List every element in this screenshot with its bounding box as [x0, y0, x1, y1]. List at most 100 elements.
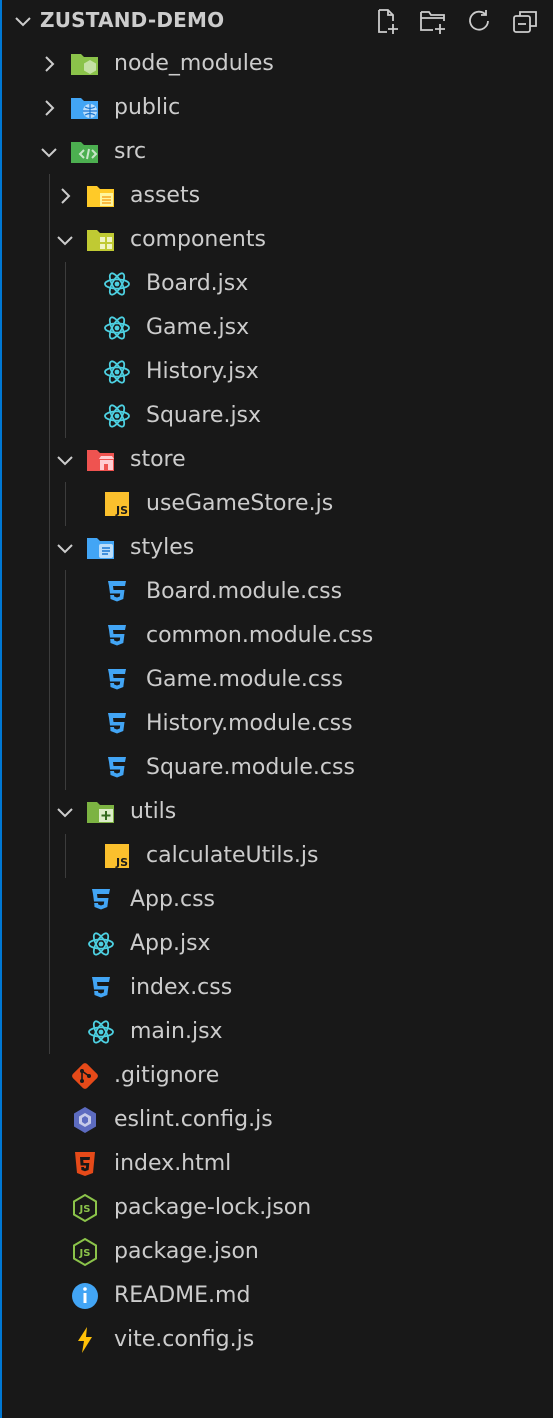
react-icon	[86, 929, 116, 959]
file-row-calculateutils-js[interactable]: JS calculateUtils.js	[2, 834, 551, 878]
javascript-icon: JS	[102, 841, 132, 871]
file-row-game-jsx[interactable]: Game.jsx	[2, 306, 551, 350]
file-row-board-jsx[interactable]: Board.jsx	[2, 262, 551, 306]
css-icon	[102, 753, 132, 783]
folder-row-components[interactable]: components	[2, 218, 551, 262]
explorer-actions	[371, 5, 541, 37]
src-folder-icon	[70, 137, 100, 167]
html-icon	[70, 1149, 100, 1179]
eslint-icon	[70, 1105, 100, 1135]
chevron-down-icon[interactable]	[54, 537, 76, 559]
chevron-right-icon[interactable]	[54, 185, 76, 207]
svg-text:JS: JS	[115, 504, 128, 517]
folder-name: store	[130, 447, 186, 472]
file-name: package-lock.json	[114, 1195, 312, 1220]
folder-row-public[interactable]: public	[2, 86, 551, 130]
file-row-package-lock-json[interactable]: JS package-lock.json	[2, 1186, 551, 1230]
new-file-button[interactable]	[371, 5, 403, 37]
file-name: index.html	[114, 1151, 232, 1176]
workspace-title: ZUSTAND-DEMO	[40, 8, 225, 32]
chevron-right-icon[interactable]	[38, 53, 60, 75]
folder-name: node_modules	[114, 51, 274, 76]
git-icon	[70, 1061, 100, 1091]
file-name: Game.module.css	[146, 667, 343, 692]
refresh-explorer-button[interactable]	[463, 5, 495, 37]
file-name: Square.jsx	[146, 403, 262, 428]
svg-text:JS: JS	[115, 856, 128, 869]
react-icon	[102, 357, 132, 387]
folder-row-src[interactable]: src	[2, 130, 551, 174]
file-name: .gitignore	[114, 1063, 220, 1088]
file-name: History.jsx	[146, 359, 259, 384]
react-icon	[102, 401, 132, 431]
css-icon	[102, 621, 132, 651]
file-row-usegamestore-js[interactable]: JS useGameStore.js	[2, 482, 551, 526]
svg-text:JS: JS	[79, 1204, 91, 1215]
file-name: Board.module.css	[146, 579, 343, 604]
folder-name: assets	[130, 183, 201, 208]
store-folder-icon	[86, 445, 116, 475]
chevron-down-icon[interactable]	[12, 10, 34, 32]
folder-row-utils[interactable]: utils	[2, 790, 551, 834]
file-name: common.module.css	[146, 623, 374, 648]
file-name: Square.module.css	[146, 755, 355, 780]
file-row-index-css[interactable]: index.css	[2, 966, 551, 1010]
file-row-main-jsx[interactable]: main.jsx	[2, 1010, 551, 1054]
css-icon	[102, 709, 132, 739]
file-row-common-module-css[interactable]: common.module.css	[2, 614, 551, 658]
collapse-all-icon	[511, 7, 539, 35]
css-icon	[102, 577, 132, 607]
file-name: index.css	[130, 975, 233, 1000]
file-row-gitignore[interactable]: .gitignore	[2, 1054, 551, 1098]
file-name: main.jsx	[130, 1019, 223, 1044]
file-row-game-module-css[interactable]: Game.module.css	[2, 658, 551, 702]
new-folder-button[interactable]	[417, 5, 449, 37]
folder-name: components	[130, 227, 266, 252]
file-name: App.css	[130, 887, 215, 912]
folder-row-styles[interactable]: styles	[2, 526, 551, 570]
file-name: vite.config.js	[114, 1327, 255, 1352]
file-name: README.md	[114, 1283, 251, 1308]
file-row-package-json[interactable]: JS package.json	[2, 1230, 551, 1274]
file-row-square-jsx[interactable]: Square.jsx	[2, 394, 551, 438]
folder-row-assets[interactable]: assets	[2, 174, 551, 218]
assets-folder-icon	[86, 181, 116, 211]
refresh-icon	[465, 7, 493, 35]
file-row-board-module-css[interactable]: Board.module.css	[2, 570, 551, 614]
chevron-down-icon[interactable]	[54, 801, 76, 823]
node-folder-icon	[70, 49, 100, 79]
file-row-history-module-css[interactable]: History.module.css	[2, 702, 551, 746]
vite-icon	[70, 1325, 100, 1355]
file-row-vite-config-js[interactable]: vite.config.js	[2, 1318, 551, 1362]
nodejs-icon: JS	[70, 1193, 100, 1223]
indent-guide	[49, 174, 50, 1054]
nodejs-icon: JS	[70, 1237, 100, 1267]
file-name: useGameStore.js	[146, 491, 334, 516]
file-name: Board.jsx	[146, 271, 249, 296]
collapse-folders-button[interactable]	[509, 5, 541, 37]
file-row-eslint-config-js[interactable]: eslint.config.js	[2, 1098, 551, 1142]
chevron-down-icon[interactable]	[38, 141, 60, 163]
file-tree: node_modulespublic src assets components Boa…	[2, 42, 551, 1362]
folder-row-store[interactable]: store	[2, 438, 551, 482]
file-row-square-module-css[interactable]: Square.module.css	[2, 746, 551, 790]
chevron-down-icon[interactable]	[54, 229, 76, 251]
css-icon	[102, 665, 132, 695]
file-row-app-jsx[interactable]: App.jsx	[2, 922, 551, 966]
react-icon	[102, 313, 132, 343]
folder-name: src	[114, 139, 147, 164]
explorer-header[interactable]: ZUSTAND-DEMO	[2, 0, 551, 42]
folder-name: styles	[130, 535, 195, 560]
file-row-readme-md[interactable]: README.md	[2, 1274, 551, 1318]
chevron-down-icon[interactable]	[54, 449, 76, 471]
css-icon	[86, 973, 116, 1003]
chevron-right-icon[interactable]	[38, 97, 60, 119]
file-row-index-html[interactable]: index.html	[2, 1142, 551, 1186]
indent-guide	[65, 570, 66, 790]
folder-row-node-modules[interactable]: node_modules	[2, 42, 551, 86]
file-name: package.json	[114, 1239, 259, 1264]
file-name: eslint.config.js	[114, 1107, 273, 1132]
new-file-icon	[373, 7, 401, 35]
file-row-history-jsx[interactable]: History.jsx	[2, 350, 551, 394]
file-row-app-css[interactable]: App.css	[2, 878, 551, 922]
